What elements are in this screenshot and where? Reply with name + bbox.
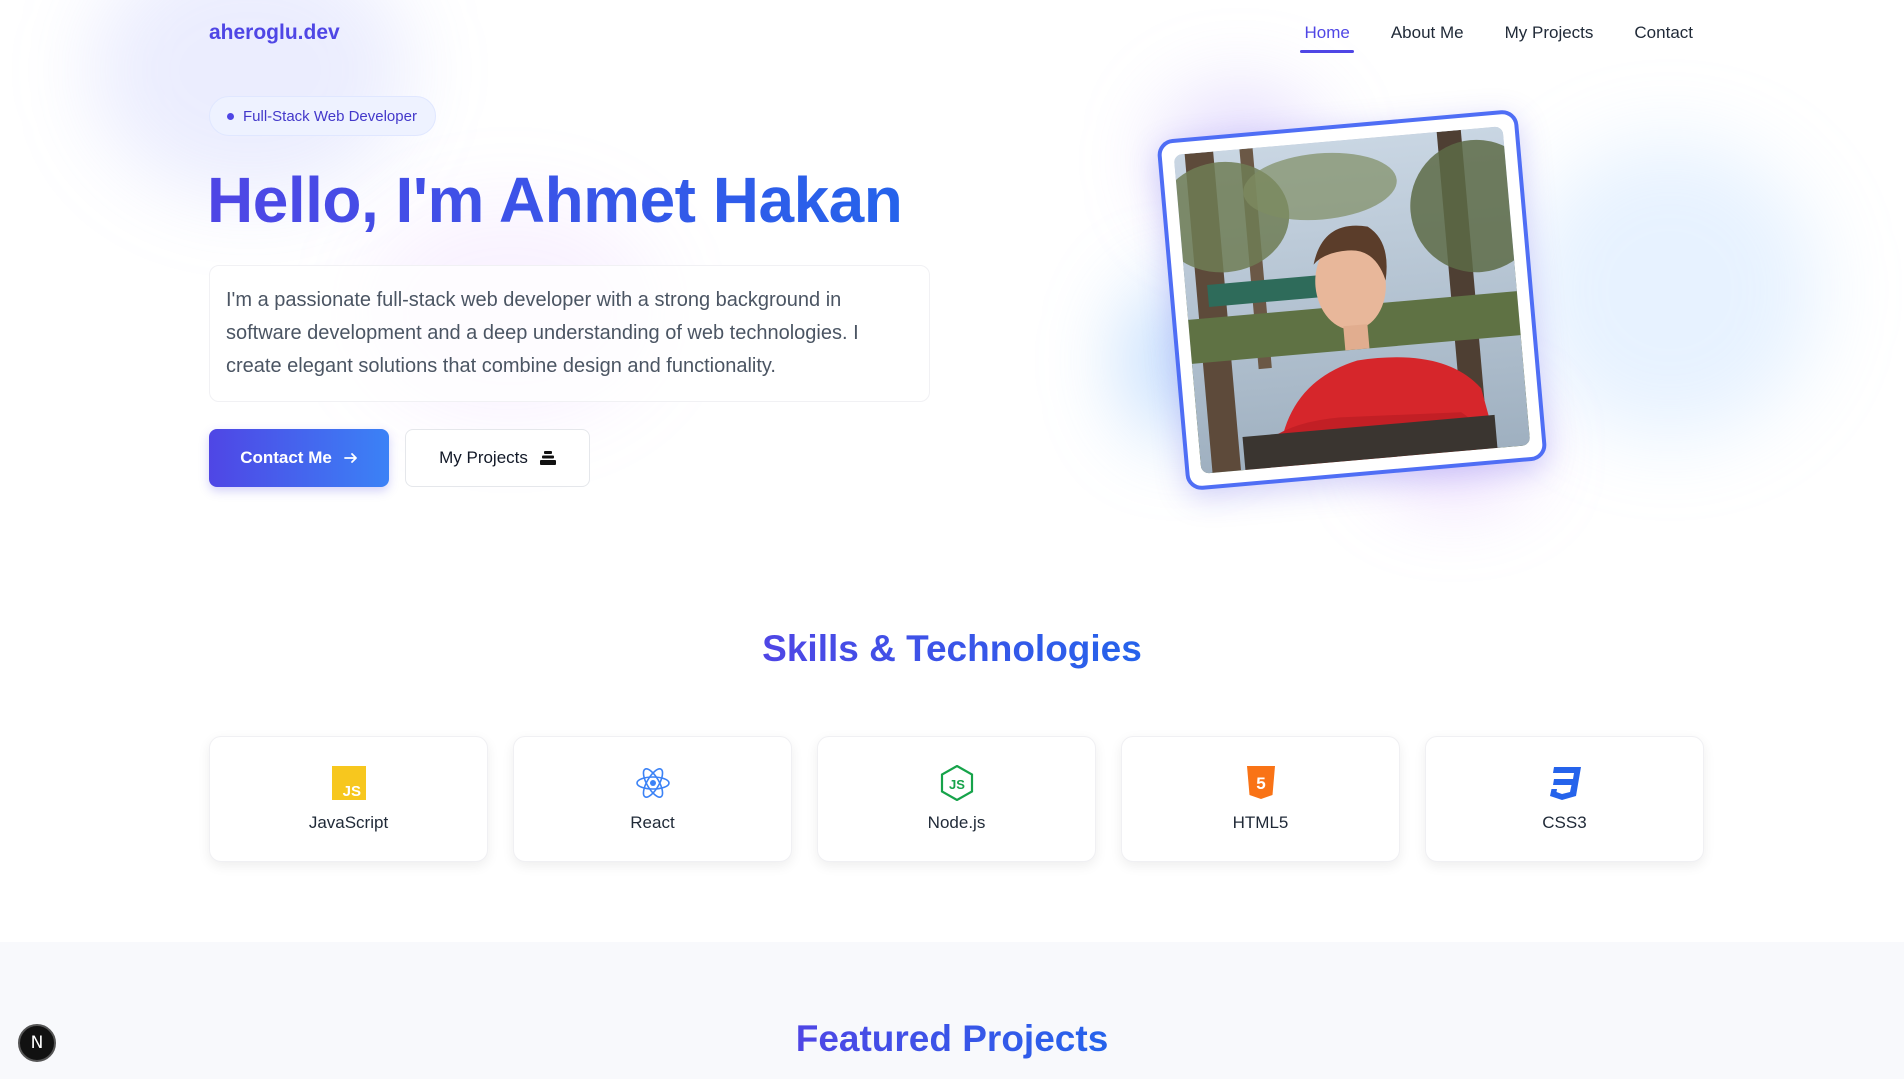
projects-section-title: Featured Projects xyxy=(0,1018,1904,1060)
skill-label: React xyxy=(630,813,675,832)
nav-link-contact[interactable]: Contact xyxy=(1634,23,1693,53)
hero-title: Hello, I'm Ahmet Hakan xyxy=(207,164,903,236)
stack-icon xyxy=(539,451,556,465)
background-blob xyxy=(1520,140,1820,440)
skill-card-css3: CSS3 xyxy=(1425,736,1704,862)
html5-icon: 5 xyxy=(1243,765,1279,801)
nav-link-home[interactable]: Home xyxy=(1300,23,1355,53)
projects-section-title-text: Featured Projects xyxy=(795,1018,1109,1059)
skill-card-javascript: JS JavaScript xyxy=(209,736,488,862)
nav-links: Home About Me My Projects Contact xyxy=(1300,23,1693,53)
skills-section-title-text: Skills & Technologies xyxy=(762,628,1142,669)
css3-icon xyxy=(1547,765,1583,801)
react-icon xyxy=(635,765,671,801)
skills-grid: JS JavaScript React JS Node.js 5 HTML5 C… xyxy=(209,736,1704,862)
skills-section-title: Skills & Technologies xyxy=(0,628,1904,670)
nav-link-about[interactable]: About Me xyxy=(1391,23,1464,53)
skill-card-nodejs: JS Node.js xyxy=(817,736,1096,862)
skill-label: CSS3 xyxy=(1542,813,1587,832)
profile-photo xyxy=(1173,126,1531,474)
contact-me-button[interactable]: Contact Me xyxy=(209,429,389,487)
javascript-icon: JS xyxy=(331,765,367,801)
dev-tools-badge[interactable]: N xyxy=(18,1024,56,1062)
badge-dot-icon xyxy=(227,112,234,120)
profile-photo-illustration xyxy=(1173,126,1531,474)
contact-me-button-label: Contact Me xyxy=(240,448,332,467)
role-badge: Full-Stack Web Developer xyxy=(209,96,436,136)
my-projects-button[interactable]: My Projects xyxy=(405,429,590,487)
svg-text:JS: JS xyxy=(949,777,965,792)
my-projects-button-label: My Projects xyxy=(439,448,528,467)
nodejs-icon: JS xyxy=(939,765,975,801)
arrow-right-icon xyxy=(343,453,357,463)
role-badge-label: Full-Stack Web Developer xyxy=(243,107,417,125)
skill-label: Node.js xyxy=(927,813,986,832)
hero-description: I'm a passionate full-stack web develope… xyxy=(209,265,930,402)
navbar: aheroglu.dev Home About Me My Projects C… xyxy=(0,0,1904,68)
site-logo[interactable]: aheroglu.dev xyxy=(209,21,340,45)
skill-card-react: React xyxy=(513,736,792,862)
profile-photo-frame xyxy=(1156,108,1548,492)
nav-link-projects[interactable]: My Projects xyxy=(1505,23,1594,53)
skill-card-html5: 5 HTML5 xyxy=(1121,736,1400,862)
svg-text:5: 5 xyxy=(1256,774,1265,793)
skill-label: JavaScript xyxy=(308,813,389,832)
svg-text:JS: JS xyxy=(342,783,360,800)
skill-label: HTML5 xyxy=(1232,813,1289,832)
